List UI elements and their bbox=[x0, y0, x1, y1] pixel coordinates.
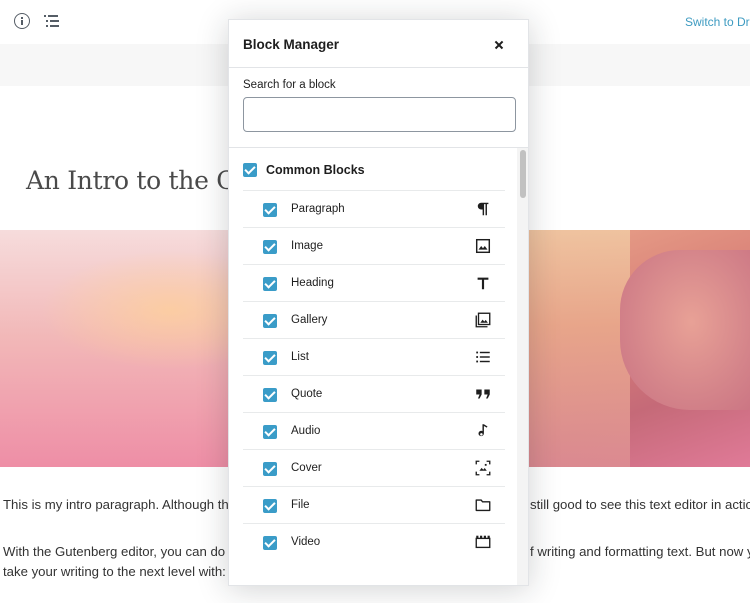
outline-icon[interactable] bbox=[44, 15, 60, 27]
modal-header: Block Manager bbox=[229, 20, 528, 68]
category-label: Common Blocks bbox=[266, 163, 365, 177]
block-row-gallery[interactable]: Gallery bbox=[243, 301, 505, 338]
block-label: File bbox=[291, 499, 310, 511]
audio-icon bbox=[474, 422, 492, 440]
block-checkbox[interactable] bbox=[263, 203, 277, 217]
category-checkbox[interactable] bbox=[243, 163, 257, 177]
block-row-cover[interactable]: Cover bbox=[243, 449, 505, 486]
block-label: Audio bbox=[291, 425, 321, 437]
block-label: List bbox=[291, 351, 309, 363]
paragraph-icon bbox=[474, 200, 492, 218]
block-label: Video bbox=[291, 536, 321, 548]
block-checkbox[interactable] bbox=[263, 388, 277, 402]
block-checkbox[interactable] bbox=[263, 314, 277, 328]
close-button[interactable] bbox=[487, 32, 513, 58]
block-row-paragraph[interactable]: Paragraph bbox=[243, 190, 505, 227]
scrollbar-thumb[interactable] bbox=[520, 150, 526, 198]
quote-icon bbox=[474, 385, 492, 403]
scrollbar-track[interactable] bbox=[517, 148, 528, 585]
switch-to-draft-link[interactable]: Switch to Dra bbox=[685, 15, 750, 29]
block-row-video[interactable]: Video bbox=[243, 523, 505, 560]
block-row-audio[interactable]: Audio bbox=[243, 412, 505, 449]
modal-title: Block Manager bbox=[243, 37, 340, 52]
block-checkbox[interactable] bbox=[263, 425, 277, 439]
info-icon[interactable] bbox=[14, 13, 30, 29]
block-row-quote[interactable]: Quote bbox=[243, 375, 505, 412]
heading-icon bbox=[474, 274, 492, 292]
block-row-list[interactable]: List bbox=[243, 338, 505, 375]
image-icon bbox=[474, 237, 492, 255]
block-label: Gallery bbox=[291, 314, 328, 326]
category-common-blocks[interactable]: Common Blocks bbox=[229, 148, 517, 190]
block-label: Cover bbox=[291, 462, 322, 474]
paragraph-1[interactable]: This is my intro paragraph. Although th bbox=[3, 497, 229, 512]
block-checkbox[interactable] bbox=[263, 240, 277, 254]
block-checkbox[interactable] bbox=[263, 499, 277, 513]
gallery-icon bbox=[474, 311, 492, 329]
block-manager-modal: Block Manager Search for a block Common … bbox=[228, 19, 529, 586]
block-label: Image bbox=[291, 240, 323, 252]
video-icon bbox=[474, 533, 492, 551]
paragraph-2[interactable]: With the Gutenberg editor, you can do bbox=[3, 544, 225, 559]
block-checkbox[interactable] bbox=[263, 462, 277, 476]
block-label: Paragraph bbox=[291, 203, 345, 215]
block-list: Common Blocks Paragraph Image Heading Ga… bbox=[229, 148, 517, 585]
block-row-image[interactable]: Image bbox=[243, 227, 505, 264]
search-label: Search for a block bbox=[243, 79, 336, 91]
file-icon bbox=[474, 496, 492, 514]
block-row-heading[interactable]: Heading bbox=[243, 264, 505, 301]
post-title[interactable]: An Intro to the Gu bbox=[26, 166, 252, 195]
block-checkbox[interactable] bbox=[263, 351, 277, 365]
block-checkbox[interactable] bbox=[263, 277, 277, 291]
paragraph-3[interactable]: take your writing to the next level with… bbox=[3, 564, 226, 579]
search-input[interactable] bbox=[243, 97, 516, 132]
block-checkbox[interactable] bbox=[263, 536, 277, 550]
block-row-file[interactable]: File bbox=[243, 486, 505, 523]
cover-icon bbox=[474, 459, 492, 477]
paragraph-2-end[interactable]: f writing and formatting text. But now y bbox=[530, 544, 750, 559]
block-label: Quote bbox=[291, 388, 323, 400]
list-icon bbox=[474, 348, 492, 366]
paragraph-1-end[interactable]: still good to see this text editor in ac… bbox=[530, 497, 750, 512]
block-label: Heading bbox=[291, 277, 334, 289]
